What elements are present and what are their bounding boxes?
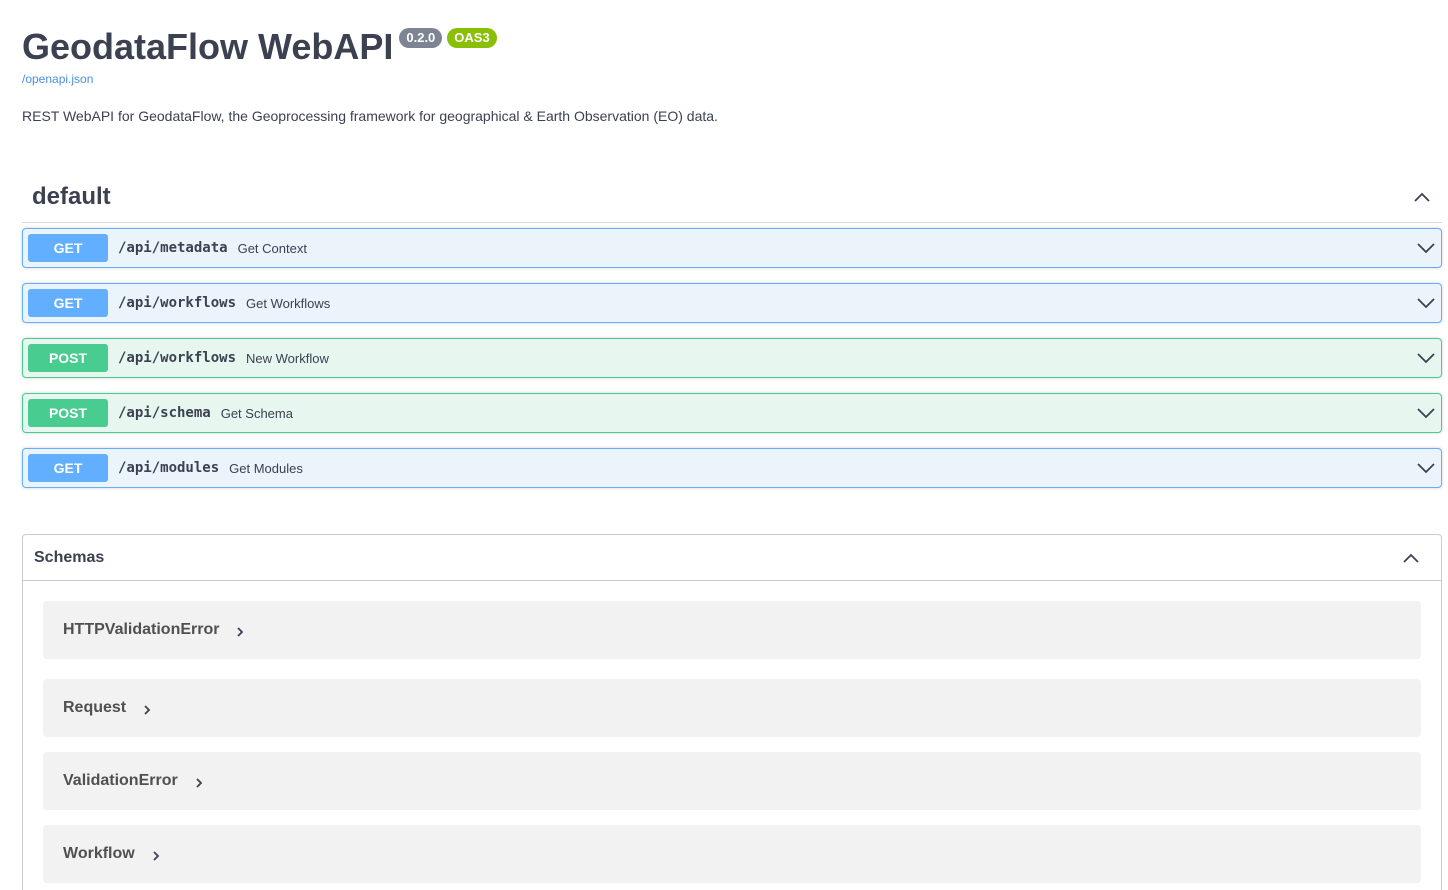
model-request[interactable]: Request [43, 679, 1421, 737]
method-badge: GET [28, 234, 108, 262]
operation-path: /api/metadata [118, 240, 228, 256]
version-badge: 0.2.0 [399, 28, 443, 48]
chevron-down-icon[interactable] [1416, 458, 1436, 478]
api-info: GeodataFlow WebAPI 0.2.0 OAS3 /openapi.j… [22, 24, 1426, 124]
operation-summary: Get Workflows [246, 295, 331, 311]
model-name: Workflow [63, 845, 135, 862]
model-name: ValidationError [63, 772, 178, 789]
schemas-section: Schemas HTTPValidationError Request Vali… [22, 534, 1442, 890]
model-workflow[interactable]: Workflow [43, 825, 1421, 883]
operation-path: /api/modules [118, 460, 220, 476]
chevron-down-icon[interactable] [1416, 293, 1436, 313]
api-description: REST WebAPI for GeodataFlow, the Geoproc… [22, 108, 718, 124]
method-badge: POST [28, 344, 108, 372]
tag-section-default: default GET /api/metadata Get Context GE… [22, 172, 1442, 503]
operation-summary: New Workflow [246, 350, 329, 366]
chevron-down-icon[interactable] [1416, 403, 1436, 423]
method-badge: POST [28, 399, 108, 427]
page-title: GeodataFlow WebAPI [22, 26, 394, 67]
operation-get-metadata[interactable]: GET /api/metadata Get Context [22, 228, 1442, 268]
operation-summary: Get Modules [229, 460, 303, 476]
operation-get-modules[interactable]: GET /api/modules Get Modules [22, 448, 1442, 488]
operation-post-workflows[interactable]: POST /api/workflows New Workflow [22, 338, 1442, 378]
schemas-title: Schemas [34, 548, 105, 566]
operation-path: /api/workflows [118, 295, 237, 311]
operation-summary: Get Context [237, 240, 307, 256]
operation-path: /api/schema [118, 405, 211, 421]
chevron-right-icon[interactable] [233, 625, 247, 639]
chevron-up-icon[interactable] [1412, 187, 1432, 207]
operation-path: /api/workflows [118, 350, 237, 366]
chevron-down-icon[interactable] [1416, 238, 1436, 258]
tag-name: default [32, 183, 111, 210]
model-validationerror[interactable]: ValidationError [43, 752, 1421, 810]
chevron-up-icon[interactable] [1401, 548, 1421, 568]
model-name: Request [63, 699, 127, 716]
operation-summary: Get Schema [220, 405, 293, 421]
method-badge: GET [28, 454, 108, 482]
operation-post-schema[interactable]: POST /api/schema Get Schema [22, 393, 1442, 433]
chevron-right-icon[interactable] [192, 776, 206, 790]
chevron-down-icon[interactable] [1416, 348, 1436, 368]
oas-badge: OAS3 [447, 28, 497, 48]
chevron-right-icon[interactable] [140, 703, 154, 717]
tag-header-default[interactable]: default [22, 172, 1442, 223]
operations-list: GET /api/metadata Get Context GET /api/w… [22, 228, 1442, 488]
chevron-right-icon[interactable] [149, 849, 163, 863]
method-badge: GET [28, 289, 108, 317]
swagger-page: GeodataFlow WebAPI 0.2.0 OAS3 /openapi.j… [0, 0, 1448, 890]
openapi-json-link[interactable]: /openapi.json [22, 72, 93, 86]
operation-get-workflows[interactable]: GET /api/workflows Get Workflows [22, 283, 1442, 323]
schemas-header[interactable]: Schemas [23, 535, 1441, 581]
schema-list: HTTPValidationError Request ValidationEr… [23, 581, 1441, 883]
model-name: HTTPValidationError [63, 621, 220, 638]
model-httpvalidationerror[interactable]: HTTPValidationError [43, 601, 1421, 659]
title-row: GeodataFlow WebAPI 0.2.0 OAS3 [22, 24, 1426, 70]
